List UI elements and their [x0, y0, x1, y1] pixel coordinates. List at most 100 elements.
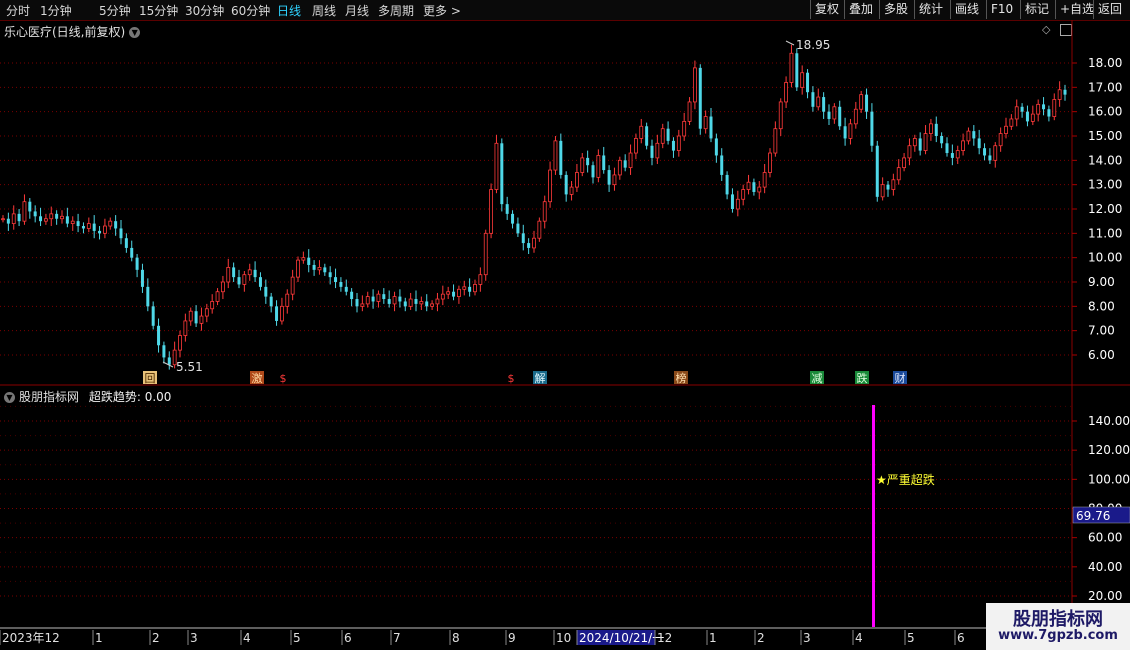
candle-body [650, 145, 654, 158]
candle-body [108, 220, 113, 227]
candle-body [280, 305, 284, 322]
candle-body [993, 145, 998, 161]
candle-body [548, 169, 552, 203]
candle-body [671, 140, 675, 151]
candle-body [76, 221, 80, 227]
candle-body [317, 266, 322, 271]
watermark-logo: 股朋指标网 www.7gpzb.com [986, 603, 1130, 650]
candle-body [596, 155, 601, 178]
candle-body [11, 213, 16, 225]
event-marker[interactable]: 财 [895, 371, 906, 385]
indicator-tick-label: 60.00 [1088, 531, 1122, 545]
candle-body [468, 286, 472, 292]
candle-body [49, 213, 54, 220]
event-marker[interactable]: 榜 [676, 371, 687, 385]
chevron-down-icon[interactable]: ▼ [4, 392, 15, 403]
candle-body [859, 94, 864, 110]
candle-body [634, 138, 638, 154]
indicator-tick-label: 120.00 [1088, 443, 1130, 457]
candle-body [355, 299, 359, 307]
candle-body [258, 277, 262, 287]
candle-body [527, 243, 531, 248]
candle-body [655, 142, 660, 159]
candle-body [146, 286, 150, 307]
candlestick-chart: 18.0017.0016.0015.0014.0013.0012.0011.00… [0, 20, 1130, 645]
candle-body [505, 204, 509, 214]
candle-body [178, 335, 182, 351]
candle-body [902, 157, 906, 169]
candle-body [1014, 106, 1019, 120]
price-tick-label: 6.00 [1088, 348, 1115, 362]
indicator-tick-label: 100.00 [1088, 472, 1130, 486]
candle-body [462, 286, 467, 290]
candle-body [972, 131, 976, 139]
candle-body [559, 140, 563, 175]
candle-body [382, 294, 386, 300]
candle-body [157, 325, 161, 346]
candle-body [247, 269, 252, 276]
indicator-value: 超跌趋势: 0.00 [88, 390, 172, 404]
candle-body [827, 111, 831, 119]
candle-body [334, 277, 338, 282]
candle-body [1004, 125, 1008, 134]
candle-body [226, 266, 231, 283]
price-tick-label: 15.00 [1088, 129, 1122, 143]
candle-body [403, 301, 407, 307]
candle-body [998, 133, 1003, 147]
event-marker[interactable]: $ [280, 372, 287, 385]
candle-body [430, 303, 434, 307]
candle-body [639, 125, 644, 139]
candle-body [660, 128, 665, 144]
candle-body [1025, 111, 1029, 122]
candle-body [65, 216, 69, 224]
time-axis-label: 3 [803, 631, 811, 645]
candle-body [489, 189, 493, 234]
candle-body [500, 143, 504, 205]
candle-body [843, 126, 847, 139]
event-marker[interactable]: 激 [252, 371, 263, 385]
price-tick-label: 14.00 [1088, 153, 1122, 167]
event-marker[interactable]: 跌 [857, 371, 868, 385]
candle-body [602, 155, 606, 171]
time-axis-label: 2024/10/21/一 [579, 631, 664, 645]
candle-body [1063, 89, 1067, 95]
candle-body [693, 67, 697, 103]
candle-body [838, 106, 842, 127]
candle-body [478, 274, 483, 285]
time-axis-label: 9 [508, 631, 516, 645]
candle-body [290, 276, 295, 295]
candle-body [687, 101, 692, 122]
watermark-url: www.7gpzb.com [998, 628, 1118, 643]
event-marker[interactable]: $ [508, 372, 515, 385]
candle-body [682, 121, 687, 137]
candle-body [752, 182, 756, 192]
oversold-annotation: ★严重超跌 [876, 472, 935, 487]
candle-body [950, 153, 954, 158]
candle-body [977, 138, 981, 149]
candle-body [617, 159, 622, 176]
candle-body [865, 94, 869, 112]
candle-body [1, 218, 5, 221]
candle-body [907, 145, 912, 159]
high-price-label: 18.95 [796, 38, 830, 52]
event-marker[interactable]: 减 [812, 372, 823, 385]
candle-body [542, 201, 547, 222]
candle-body [676, 135, 681, 151]
event-marker[interactable]: 解 [535, 371, 546, 385]
candle-body [360, 303, 365, 307]
candle-body [789, 52, 794, 83]
price-tick-label: 17.00 [1088, 80, 1122, 94]
candle-body [923, 133, 928, 151]
candle-body [988, 155, 992, 161]
candle-body [140, 269, 144, 287]
event-marker[interactable]: 回 [145, 372, 156, 385]
candle-body [1042, 104, 1046, 110]
candle-body [275, 306, 279, 321]
candle-body [81, 226, 85, 229]
candle-body [440, 293, 445, 300]
price-tick-label: 10.00 [1088, 251, 1122, 265]
time-axis-label: 4 [243, 631, 251, 645]
candle-body [183, 320, 188, 336]
candle-body [516, 223, 520, 234]
candle-body [425, 301, 429, 307]
